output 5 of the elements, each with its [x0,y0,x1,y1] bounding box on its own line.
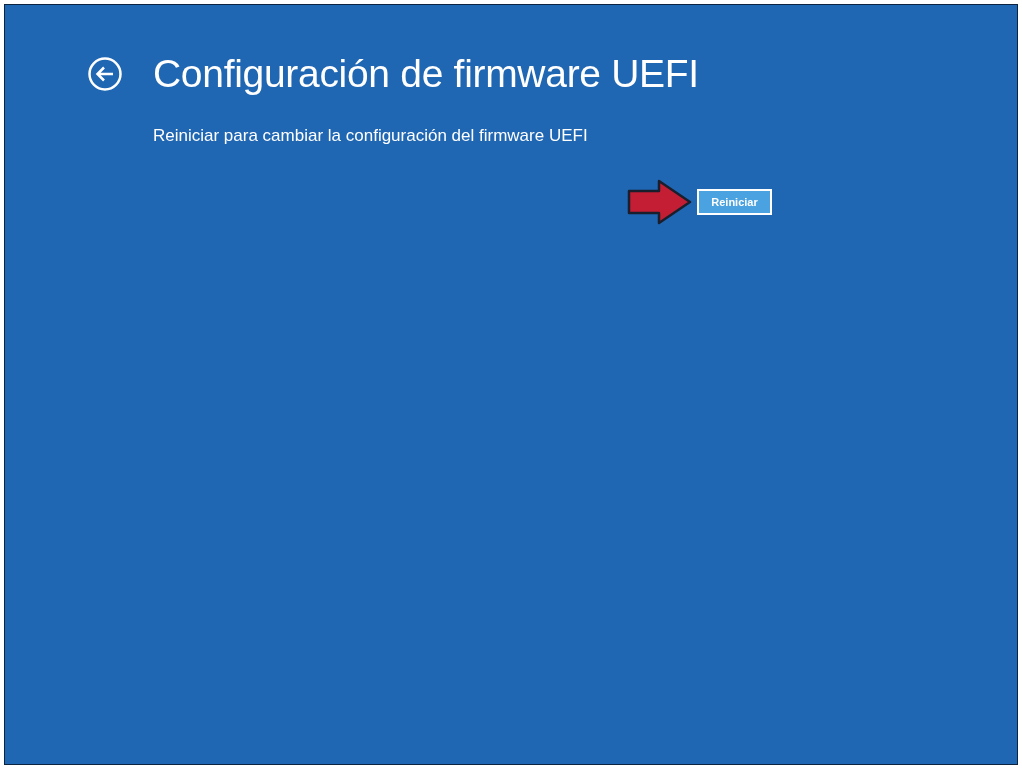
restart-button[interactable]: Reiniciar [697,189,772,215]
back-icon[interactable] [87,56,123,92]
page-title: Configuración de firmware UEFI [153,51,699,97]
description-text: Reiniciar para cambiar la configuración del firmware UEFI [153,125,589,147]
arrow-icon [627,179,693,225]
